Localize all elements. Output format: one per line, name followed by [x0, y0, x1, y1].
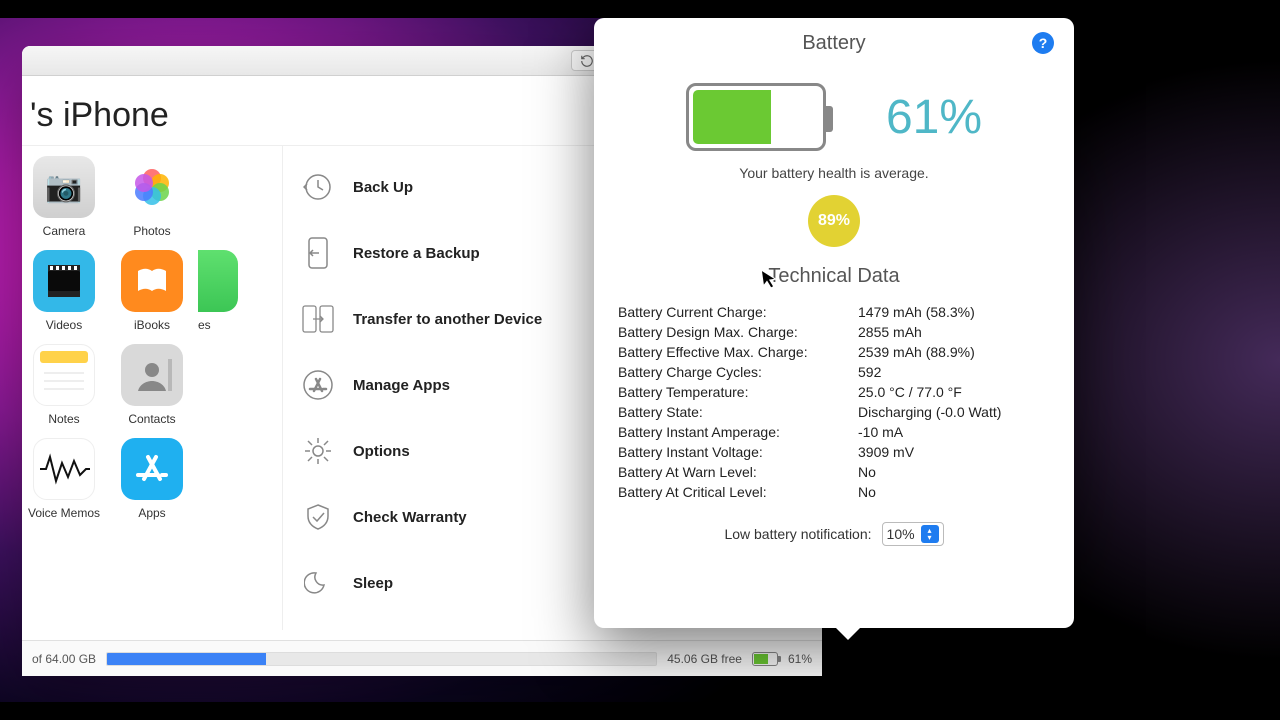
battery-popover: Battery ? 61% Your battery health is ave…: [594, 18, 1074, 628]
transfer-icon: [301, 302, 335, 336]
table-row: Battery At Critical Level:No: [614, 482, 1054, 502]
app-label: iBooks: [134, 318, 170, 332]
warranty-icon: [301, 500, 335, 534]
app-item-contacts[interactable]: Contacts: [110, 344, 194, 426]
app-item-notes[interactable]: Notes: [22, 344, 106, 426]
table-row: Battery Effective Max. Charge:2539 mAh (…: [614, 342, 1054, 362]
app-item-cut-left[interactable]: es: [198, 250, 282, 332]
notes-icon: [33, 344, 95, 406]
table-row: Battery State:Discharging (-0.0 Watt): [614, 402, 1054, 422]
app-label: es: [198, 318, 211, 332]
table-row: Battery At Warn Level:No: [614, 462, 1054, 482]
restore-icon: [301, 236, 335, 270]
bottom-bar: of 64.00 GB 45.06 GB free 61%: [22, 640, 822, 676]
gear-icon: [301, 434, 335, 468]
apps-grid: 📷 Camera Photos Videos iBooks: [22, 146, 282, 630]
battery-health-badge: 89%: [808, 195, 860, 247]
help-icon[interactable]: ?: [1032, 32, 1054, 54]
letterbox: [0, 702, 1280, 720]
action-label: Transfer to another Device: [353, 311, 542, 328]
popover-title: Battery: [614, 32, 1054, 55]
letterbox: [0, 0, 1280, 18]
technical-data-title: Technical Data: [614, 265, 1054, 288]
app-item-apps[interactable]: Apps: [110, 438, 194, 520]
app-item-videos[interactable]: Videos: [22, 250, 106, 332]
app-label: Notes: [48, 412, 79, 426]
app-label: Videos: [46, 318, 82, 332]
action-label: Sleep: [353, 575, 393, 592]
storage-fill: [107, 653, 266, 665]
app-label: Voice Memos: [28, 506, 100, 520]
action-label: Back Up: [353, 179, 413, 196]
low-battery-notif-label: Low battery notification:: [724, 526, 871, 542]
storage-total: of 64.00 GB: [32, 652, 96, 666]
storage-bar[interactable]: [106, 652, 657, 666]
backup-icon: [301, 170, 335, 204]
chevron-updown-icon: ▴▾: [921, 525, 939, 543]
table-row: Battery Design Max. Charge:2855 mAh: [614, 322, 1054, 342]
camera-icon: 📷: [33, 156, 95, 218]
action-label: Restore a Backup: [353, 245, 480, 262]
videos-icon: [33, 250, 95, 312]
moon-icon: [301, 566, 335, 600]
cut-icon: [198, 250, 238, 312]
action-label: Check Warranty: [353, 509, 467, 526]
battery-large-icon: [686, 83, 826, 151]
mini-battery-icon[interactable]: [752, 652, 778, 666]
manage-apps-icon: [301, 368, 335, 402]
app-item-ibooks[interactable]: iBooks: [110, 250, 194, 332]
table-row: Battery Charge Cycles:592: [614, 362, 1054, 382]
voicememos-icon: [33, 438, 95, 500]
app-label: Camera: [43, 224, 86, 238]
table-row: Battery Temperature:25.0 °C / 77.0 °F: [614, 382, 1054, 402]
app-label: Apps: [138, 506, 165, 520]
battery-percent-large: 61%: [886, 90, 982, 145]
storage-free: 45.06 GB free: [667, 652, 742, 666]
technical-data-table: Battery Current Charge:1479 mAh (58.3%) …: [614, 302, 1054, 502]
table-row: Battery Instant Voltage:3909 mV: [614, 442, 1054, 462]
device-title: 's iPhone: [30, 96, 169, 135]
app-label: Photos: [133, 224, 170, 238]
contacts-icon: [121, 344, 183, 406]
low-battery-notif-select[interactable]: 10% ▴▾: [882, 522, 944, 546]
select-value: 10%: [887, 526, 915, 542]
table-row: Battery Instant Amperage:-10 mA: [614, 422, 1054, 442]
history-icon: [580, 54, 594, 68]
photos-icon: [121, 156, 183, 218]
app-label: Contacts: [128, 412, 175, 426]
ibooks-icon: [121, 250, 183, 312]
app-item-photos[interactable]: Photos: [110, 156, 194, 238]
battery-percent-small: 61%: [788, 652, 812, 666]
app-item-voicememos[interactable]: Voice Memos: [22, 438, 106, 520]
action-label: Options: [353, 443, 410, 460]
appstore-icon: [121, 438, 183, 500]
app-item-camera[interactable]: 📷 Camera: [22, 156, 106, 238]
action-label: Manage Apps: [353, 377, 450, 394]
battery-health-text: Your battery health is average.: [614, 165, 1054, 181]
table-row: Battery Current Charge:1479 mAh (58.3%): [614, 302, 1054, 322]
